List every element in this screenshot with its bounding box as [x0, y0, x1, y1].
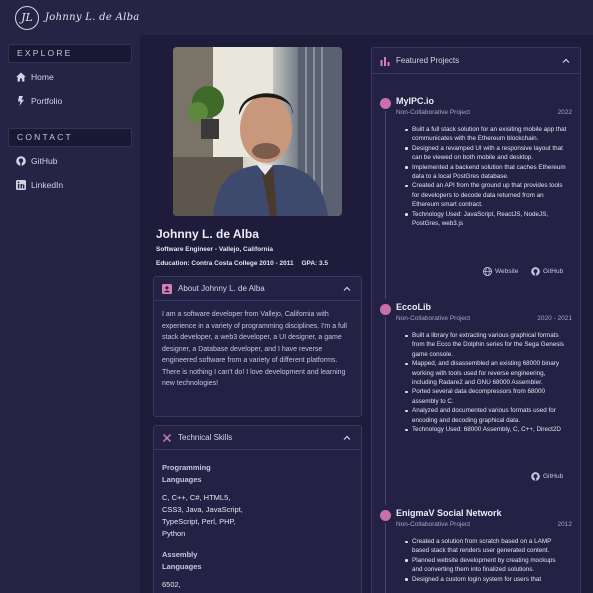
project-title: MyIPC.io: [396, 96, 435, 106]
project-bullet: Analyzed and documented various formats …: [405, 406, 567, 425]
project-bullet: Mapped, and disassembled an existing 680…: [405, 359, 567, 387]
skill-group-title: Languages: [162, 475, 202, 484]
project-bullet: Designed a custom login system for users…: [405, 575, 567, 584]
project-type: Non-Collaborative Project: [396, 109, 471, 116]
project-bullet: Ported several data decompressors from 6…: [405, 387, 567, 406]
project-bullet: Implemented a backend solution that cach…: [405, 163, 567, 182]
project-bullet: Technology Used: 68000 Assembly, C, C++,…: [405, 425, 567, 434]
skills-card: Technical Skills Programming Languages C…: [153, 425, 362, 593]
sidebar-item-label: LinkedIn: [31, 180, 64, 190]
timeline-dot: [380, 510, 391, 521]
project-bullet: Built a full stack solution for an exisi…: [405, 125, 567, 144]
timeline-dot: [380, 304, 391, 315]
gpa-text: GPA: 3.5: [301, 260, 329, 267]
project-type: Non-Collaborative Project: [396, 521, 471, 528]
profile-photo: [173, 47, 342, 216]
skills-card-header[interactable]: Technical Skills: [154, 426, 361, 450]
sidebar-item-label: GitHub: [31, 156, 58, 166]
project-bullets: Created a solution from scratch based on…: [405, 537, 567, 584]
profile-name: Johnny L. de Alba: [156, 227, 259, 241]
sidebar-item-home[interactable]: Home: [16, 72, 54, 82]
skills-list: Programming Languages C, C++, C#, HTML5,…: [154, 450, 361, 593]
project-year: 2022: [557, 109, 572, 116]
github-link-label: GitHub: [543, 268, 564, 275]
about-card-title: About Johnny L. de Alba: [178, 284, 265, 293]
website-link-label: Website: [495, 268, 519, 275]
skill-value: 6502,: [162, 580, 181, 589]
github-icon: [531, 472, 540, 481]
logo-icon[interactable]: JL: [15, 5, 39, 30]
skill-value: TypeScript, Perl, PHP,: [162, 517, 236, 526]
project-year: 2020 - 2021: [537, 315, 572, 322]
project-bullet: Designed a revamped UI with a responsive…: [405, 144, 567, 163]
project-bullet: Planned website development by creating …: [405, 556, 567, 575]
linkedin-icon: [16, 180, 26, 190]
skill-value: C, C++, C#, HTML5,: [162, 493, 231, 502]
bolt-icon: [18, 96, 24, 106]
project-type: Non-Collaborative Project: [396, 315, 471, 322]
project-bullet: Created an API from the ground up that p…: [405, 181, 567, 209]
explore-heading: EXPLORE: [8, 44, 132, 63]
id-card-icon: [162, 283, 172, 294]
globe-icon: [483, 267, 492, 276]
sidebar-item-label: Home: [31, 72, 54, 82]
projects-card-title: Featured Projects: [396, 56, 460, 65]
project-bullet: Technology Used: JavaScript, ReactJS, No…: [405, 210, 567, 229]
timeline-line: [385, 317, 386, 505]
chevron-up-icon[interactable]: [343, 434, 351, 442]
github-icon: [16, 156, 26, 166]
project-bullets: Built a full stack solution for an exisi…: [405, 125, 567, 228]
github-link[interactable]: GitHub: [531, 472, 563, 481]
top-bar: JL Johnny L. de Alba: [0, 0, 593, 35]
timeline-line: [385, 111, 386, 299]
timeline-line: [385, 523, 386, 593]
project-year: 2012: [557, 521, 572, 528]
skill-group-title: Languages: [162, 562, 202, 571]
skill-group-title: Programming: [162, 463, 211, 472]
logo-text[interactable]: Johnny L. de Alba: [45, 12, 140, 23]
github-icon: [531, 267, 540, 276]
projects-card: Featured Projects MyIPC.io Non-Collabora…: [371, 47, 581, 593]
skills-card-title: Technical Skills: [178, 433, 233, 442]
timeline-dot: [380, 98, 391, 109]
website-link[interactable]: Website: [483, 267, 518, 276]
main-content: Johnny L. de Alba Software Engineer - Va…: [140, 35, 593, 593]
github-link-label: GitHub: [543, 473, 564, 480]
bar-chart-icon: [380, 56, 390, 66]
skill-value: CSS3, Java, JavaScript,: [162, 505, 243, 514]
skill-group-title: Assembly: [162, 550, 198, 559]
portrait-image: [173, 47, 342, 216]
about-card: About Johnny L. de Alba I am a software …: [153, 276, 362, 417]
about-card-header[interactable]: About Johnny L. de Alba: [154, 277, 361, 301]
projects-card-header[interactable]: Featured Projects: [372, 48, 580, 74]
project-bullet: Built a library for extracting various g…: [405, 331, 567, 359]
project-item: EccoLib Non-Collaborative Project 2020 -…: [380, 302, 572, 505]
profile-title: Software Engineer - Vallejo, California: [156, 246, 274, 253]
project-bullets: Built a library for extracting various g…: [405, 331, 567, 434]
tools-icon: [163, 433, 171, 442]
project-bullet: Created a solution from scratch based on…: [405, 537, 567, 556]
home-icon: [16, 72, 26, 82]
project-item: EnigmaV Social Network Non-Collaborative…: [380, 508, 572, 593]
skill-value: Python: [162, 529, 186, 538]
project-item: MyIPC.io Non-Collaborative Project 2022 …: [380, 96, 572, 299]
chevron-up-icon[interactable]: [562, 57, 570, 65]
about-text: I am a software developer from Vallejo, …: [162, 311, 347, 387]
project-title: EccoLib: [396, 302, 432, 312]
sidebar-item-linkedin[interactable]: LinkedIn: [16, 180, 63, 190]
education-text: Education: Contra Costa College 2010 - 2…: [156, 260, 294, 267]
profile-education: Education: Contra Costa College 2010 - 2…: [156, 260, 328, 267]
project-title: EnigmaV Social Network: [396, 508, 502, 518]
sidebar-item-portfolio[interactable]: Portfolio: [16, 96, 62, 106]
sidebar: EXPLORE Home Portfolio CONTACT GitHub Li…: [0, 35, 140, 593]
chevron-up-icon[interactable]: [343, 285, 351, 293]
github-link[interactable]: GitHub: [531, 267, 563, 276]
sidebar-item-label: Portfolio: [31, 96, 63, 106]
sidebar-item-github[interactable]: GitHub: [16, 156, 57, 166]
contact-heading: CONTACT: [8, 128, 132, 147]
